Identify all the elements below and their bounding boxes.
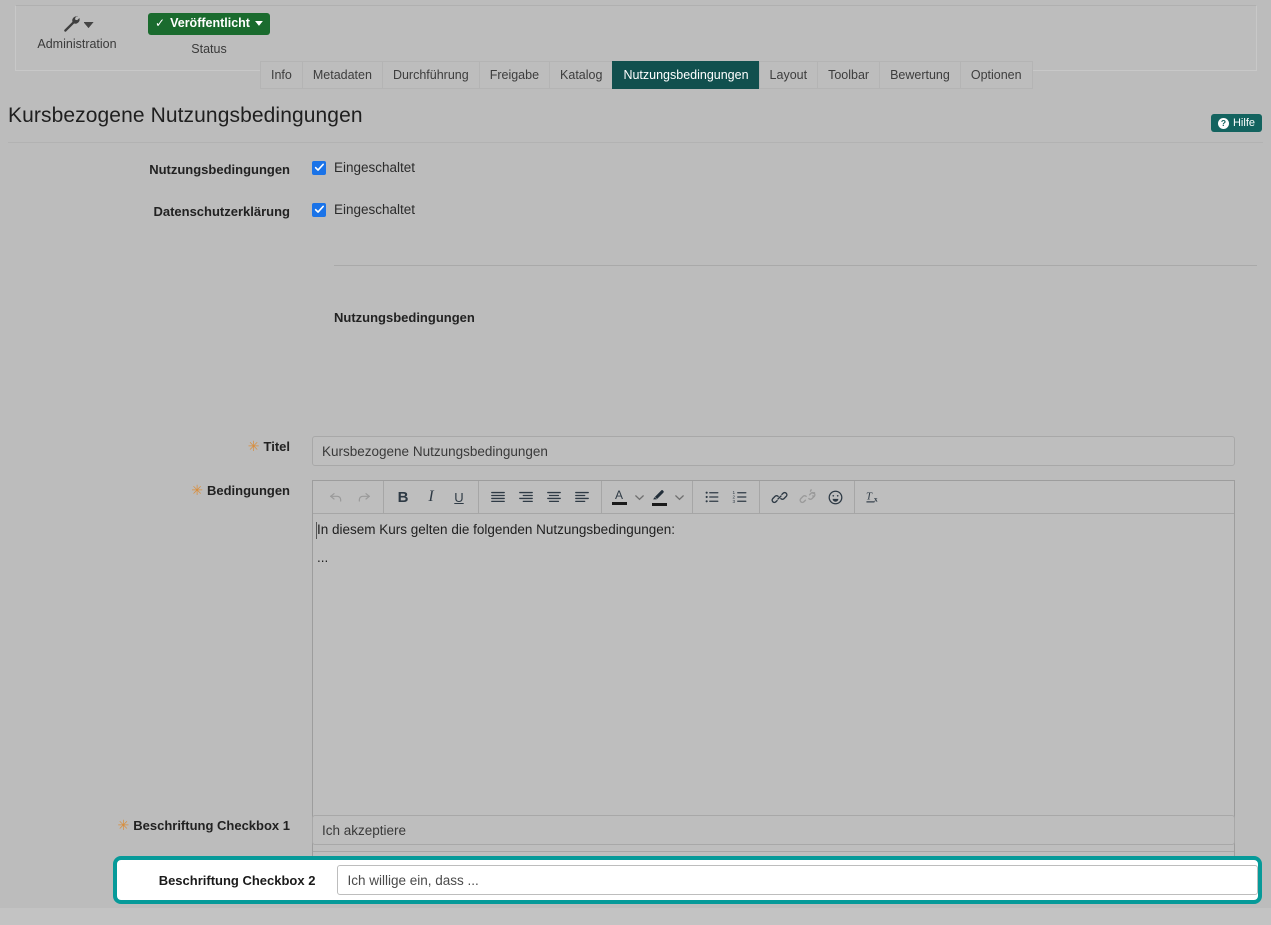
toolbar-group-align	[479, 481, 602, 514]
status-label: Status	[134, 42, 284, 56]
align-left-icon[interactable]	[569, 484, 595, 510]
help-button-label: Hilfe	[1233, 117, 1255, 129]
align-justify-icon[interactable]	[485, 484, 511, 510]
label-datenschutzerklaerung: Datenschutzerklärung	[0, 202, 312, 219]
svg-text:x: x	[874, 495, 878, 503]
editor-paragraph-1: In diesem Kurs gelten die folgenden Nutz…	[317, 522, 1232, 537]
label-bedingungen-text: Bedingungen	[207, 483, 290, 498]
link-icon[interactable]	[766, 484, 792, 510]
label-titel-text: Titel	[264, 439, 291, 454]
form-row-titel: ✳ Titel	[0, 436, 1271, 480]
svg-text:T: T	[866, 492, 873, 503]
tab-metadaten[interactable]: Metadaten	[302, 61, 382, 89]
tab-info[interactable]: Info	[260, 61, 302, 89]
checkbox-label-datenschutzerklaerung: Eingeschaltet	[334, 202, 415, 217]
label-titel: ✳ Titel	[0, 436, 312, 455]
titel-input[interactable]	[312, 436, 1235, 466]
toolbar-group-format: B I U	[384, 481, 479, 514]
tab-optionen[interactable]: Optionen	[960, 61, 1033, 89]
checkbox-datenschutzerklaerung[interactable]	[312, 203, 326, 217]
header-divider	[8, 142, 1263, 143]
editor-paragraph-2: ...	[317, 550, 1232, 565]
label-checkbox1-text: Beschriftung Checkbox 1	[133, 818, 290, 833]
toolbar-group-history	[317, 481, 384, 514]
label-checkbox1: ✳Beschriftung Checkbox 1	[0, 815, 312, 834]
check-icon	[314, 162, 325, 173]
chevron-down-icon	[255, 21, 263, 26]
section-divider	[334, 265, 1257, 266]
bullet-list-icon[interactable]	[699, 484, 725, 510]
toolbar-group-lists: 123	[693, 481, 760, 514]
label-checkbox2: Beschriftung Checkbox 2	[117, 873, 337, 888]
toolbar-group-insert	[760, 481, 855, 514]
checkbox1-label-input[interactable]	[312, 815, 1235, 845]
form-row-checkbox1: ✳Beschriftung Checkbox 1	[0, 815, 1271, 845]
form-row-nutzungsbedingungen: Nutzungsbedingungen Eingeschaltet	[0, 160, 1271, 202]
tab-katalog[interactable]: Katalog	[549, 61, 612, 89]
control-checkbox1	[312, 815, 1271, 845]
checkbox-nutzungsbedingungen[interactable]	[312, 161, 326, 175]
align-center-icon[interactable]	[541, 484, 567, 510]
toolbar-group-color: A	[602, 481, 693, 514]
emoji-icon[interactable]	[822, 484, 848, 510]
control-titel	[312, 436, 1271, 466]
toolbar-group-clear: Tx	[855, 481, 893, 514]
unlink-icon[interactable]	[794, 484, 820, 510]
tab-bewertung[interactable]: Bewertung	[879, 61, 960, 89]
align-right-icon[interactable]	[513, 484, 539, 510]
wrench-icon-row	[22, 10, 132, 36]
chevron-down-icon[interactable]	[632, 484, 646, 510]
label-bedingungen: ✳ Bedingungen	[0, 480, 312, 499]
terms-form: Nutzungsbedingungen Eingeschaltet Datens…	[0, 160, 1271, 876]
control-nutzungsbedingungen: Eingeschaltet	[312, 160, 1271, 175]
numbered-list-icon[interactable]: 123	[727, 484, 753, 510]
help-button[interactable]: ? Hilfe	[1211, 114, 1262, 132]
required-marker-icon: ✳	[248, 438, 260, 454]
bold-icon[interactable]: B	[390, 484, 416, 510]
text-caret	[316, 522, 317, 539]
tab-nutzungsbedingungen[interactable]: Nutzungsbedingungen	[612, 61, 758, 89]
tab-toolbar[interactable]: Toolbar	[817, 61, 879, 89]
checkbox2-label-input[interactable]	[337, 865, 1258, 895]
label-nutzungsbedingungen: Nutzungsbedingungen	[0, 160, 312, 177]
check-icon: ✓	[155, 17, 165, 29]
clear-formatting-icon[interactable]: Tx	[861, 484, 887, 510]
svg-text:3: 3	[733, 499, 736, 504]
status-badge-label: Veröffentlicht	[170, 17, 250, 30]
section-title: Nutzungsbedingungen	[334, 310, 475, 325]
page-title: Kursbezogene Nutzungsbedingungen	[8, 104, 363, 128]
caret-down-icon	[84, 22, 94, 28]
status-block: ✓ Veröffentlicht Status	[134, 13, 284, 56]
checkbox-label-nutzungsbedingungen: Eingeschaltet	[334, 160, 415, 175]
undo-icon[interactable]	[323, 484, 349, 510]
redo-icon[interactable]	[351, 484, 377, 510]
tab-freigabe[interactable]: Freigabe	[479, 61, 549, 89]
tab-layout[interactable]: Layout	[759, 61, 818, 89]
editor-content-area[interactable]: In diesem Kurs gelten die folgenden Nutz…	[313, 514, 1234, 852]
wrench-icon	[61, 13, 81, 33]
question-circle-icon: ?	[1218, 118, 1229, 129]
control-datenschutzerklaerung: Eingeschaltet	[312, 202, 1271, 217]
underline-icon[interactable]: U	[446, 484, 472, 510]
tab-durchfuehrung[interactable]: Durchführung	[382, 61, 479, 89]
form-row-checkbox2-highlighted: Beschriftung Checkbox 2	[113, 856, 1262, 904]
status-badge[interactable]: ✓ Veröffentlicht	[148, 13, 270, 35]
administration-menu[interactable]: Administration	[22, 10, 132, 51]
bottom-band	[0, 908, 1271, 925]
required-marker-icon: ✳	[118, 817, 130, 833]
text-color-icon[interactable]: A	[608, 484, 630, 510]
chevron-down-icon[interactable]	[672, 484, 686, 510]
administration-label: Administration	[22, 37, 132, 51]
editor-toolbar: B I U	[313, 481, 1234, 514]
required-marker-icon: ✳	[191, 482, 203, 498]
check-icon	[314, 204, 325, 215]
form-row-datenschutzerklaerung: Datenschutzerklärung Eingeschaltet	[0, 202, 1271, 244]
italic-icon[interactable]: I	[418, 484, 444, 510]
tab-bar: Info Metadaten Durchführung Freigabe Kat…	[260, 61, 1033, 89]
highlight-color-icon[interactable]	[648, 484, 670, 510]
